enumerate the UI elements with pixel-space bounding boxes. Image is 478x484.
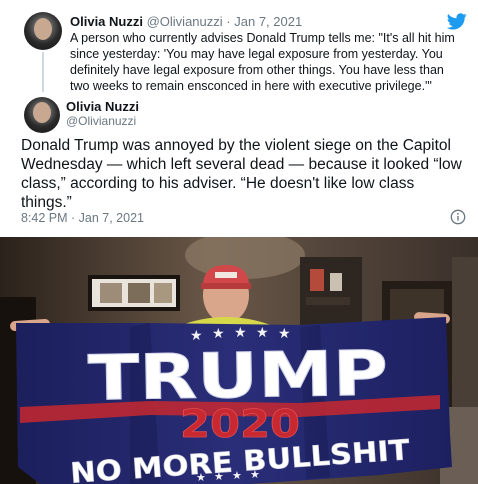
- flag-photo-illustration: ★ ★ ★ ★ ★ TRUMP 2020 NO MORE BULLSHIT ★ …: [0, 237, 478, 484]
- tweet-card: Olivia Nuzzi @Olivianuzzi · Jan 7, 2021 …: [0, 0, 478, 237]
- quoted-tweet-date[interactable]: Jan 7, 2021: [234, 14, 302, 29]
- info-icon[interactable]: [450, 209, 466, 225]
- cap-logo: [215, 272, 237, 278]
- quoted-author-handle[interactable]: @Olivianuzzi: [147, 14, 223, 29]
- shelf-item: [330, 273, 342, 291]
- quoted-tweet-header: Olivia Nuzzi @Olivianuzzi · Jan 7, 2021: [70, 14, 302, 29]
- cap-brim: [201, 283, 251, 289]
- svg-text:★: ★: [214, 470, 224, 483]
- wall-picture-detail: [154, 283, 172, 303]
- tweet-text: Donald Trump was annoyed by the violent …: [21, 137, 462, 211]
- flag-photo: ★ ★ ★ ★ ★ TRUMP 2020 NO MORE BULLSHIT ★ …: [0, 237, 478, 484]
- svg-text:★: ★: [196, 471, 206, 484]
- shelf: [300, 257, 362, 327]
- shelf-board: [306, 297, 350, 305]
- svg-text:★: ★: [250, 468, 260, 481]
- quoted-tweet-text: A person who currently advises Donald Tr…: [70, 31, 455, 93]
- author-avatar[interactable]: [24, 97, 60, 133]
- svg-text:★: ★: [232, 469, 242, 482]
- tweet-timestamp[interactable]: 8:42 PM · Jan 7, 2021: [21, 211, 144, 225]
- twitter-bird-icon[interactable]: [447, 13, 467, 30]
- author-name[interactable]: Olivia Nuzzi: [66, 99, 139, 114]
- quoted-author-name[interactable]: Olivia Nuzzi: [70, 14, 143, 29]
- author-handle[interactable]: @Olivianuzzi: [66, 114, 136, 128]
- header-separator: ·: [226, 14, 231, 29]
- quoted-author-avatar[interactable]: [24, 12, 62, 50]
- flag-text-year: 2020: [180, 402, 300, 446]
- shelf-item: [310, 269, 324, 291]
- wall-picture-detail: [100, 283, 122, 303]
- thread-connector-line: [42, 52, 44, 92]
- wall-picture-detail: [128, 283, 150, 303]
